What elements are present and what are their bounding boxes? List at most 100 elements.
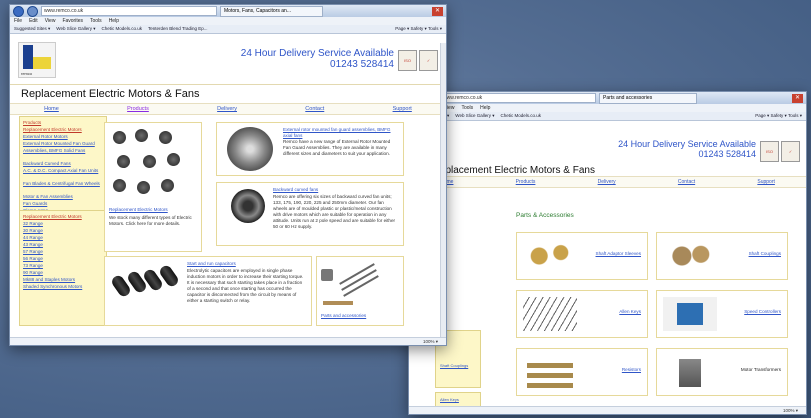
allen-keys-image[interactable] [523, 297, 577, 331]
part-label: Motor Transformers [740, 367, 781, 372]
menu-bar: File Edit View Tools Help [409, 104, 806, 112]
favorite-link[interactable]: Suggested Sites ▾ [14, 25, 50, 33]
sidebar-item[interactable]: External Rotor Motors [23, 133, 103, 140]
sidebar-item[interactable]: Fan Guards [23, 200, 103, 207]
zoom-level[interactable]: 100% ▾ [783, 408, 798, 413]
products-sidebar: Products Replacement Electric Motors Ext… [19, 116, 107, 224]
part-link[interactable]: Shaft Couplings [749, 251, 781, 256]
menu-tools[interactable]: Tools [90, 17, 102, 25]
sidebar-item[interactable]: 56 Range [23, 255, 103, 262]
favorite-link[interactable]: Web Slice Gallery ▾ [56, 25, 95, 33]
sidebar-heading: Replacement Electric Motors [23, 214, 82, 219]
sidebar-item[interactable]: External Rotor Mounted Fan Guard Assembl… [23, 140, 103, 160]
electric-motors-link[interactable]: Replacement Electric Motors [109, 207, 168, 213]
sidebar-item[interactable]: 32 Range [23, 220, 103, 227]
sidebar-item[interactable]: Replacement Electric Motors [23, 126, 103, 133]
nav-contact[interactable]: Contact [678, 179, 695, 185]
menu-tools[interactable]: Tools [461, 104, 473, 112]
sidebar-heading: Products [23, 120, 42, 125]
command-bar[interactable]: Page ▾ Safety ▾ Tools ▾ [755, 112, 802, 120]
delivery-banner: 24 Hour Delivery Service Available 01243… [241, 48, 394, 70]
menu-view[interactable]: View [45, 17, 56, 25]
part-link[interactable]: Speed Controllers [744, 309, 781, 314]
remco-logo[interactable]: remco [18, 42, 56, 78]
part-card[interactable]: Allen Keys [516, 290, 648, 338]
nav-delivery[interactable]: Delivery [217, 106, 237, 112]
browser-tab[interactable]: Parts and accessories [599, 92, 697, 104]
nav-products[interactable]: Products [127, 106, 149, 112]
nav-products[interactable]: Products [516, 179, 536, 185]
nav-delivery[interactable]: Delivery [598, 179, 616, 185]
scrollbar[interactable] [440, 43, 446, 338]
close-icon[interactable]: ✕ [431, 6, 443, 16]
sidebar-item[interactable]: Shaded Synchronous Motors [23, 283, 103, 290]
part-card[interactable]: Shaft Adaptor Sleeves [516, 232, 648, 280]
address-bar[interactable]: www.remco.co.uk [41, 6, 217, 16]
part-link[interactable]: Allen Keys [619, 309, 641, 314]
shaft-couplings-image[interactable] [663, 239, 717, 273]
iso-badge-icon: ISO [398, 50, 417, 71]
menu-file[interactable]: File [14, 17, 22, 25]
address-bar[interactable]: www.remco.co.uk [440, 93, 596, 103]
sidebar-item[interactable]: 90 Range [23, 269, 103, 276]
favorite-link[interactable]: Chetic Models.co.uk [500, 112, 541, 120]
section-heading: Parts & Accessories [516, 212, 574, 219]
page-content: remco 24 Hour Delivery Service Available… [10, 34, 446, 326]
sidebar-item[interactable]: A.C. & D.C. Compact Axial Fan Units [23, 167, 103, 180]
command-bar[interactable]: Page ▾ Safety ▾ Tools ▾ [395, 25, 442, 33]
menu-help[interactable]: Help [480, 104, 490, 112]
part-card[interactable]: Motor Transformers [656, 348, 788, 396]
forward-button[interactable] [27, 5, 38, 17]
part-link[interactable]: Shaft Adaptor Sleeves [596, 251, 641, 256]
zoom-level[interactable]: 100% ▾ [423, 339, 438, 344]
backward-fan-image[interactable] [231, 189, 265, 223]
speed-controller-image[interactable] [663, 297, 717, 331]
capacitors-link[interactable]: Start and run capacitors [187, 261, 236, 267]
sidebar-item[interactable]: 44 Range [23, 234, 103, 241]
side-thumb-link[interactable]: Shaft Couplings [440, 363, 468, 368]
menu-favorites[interactable]: Favorites [62, 17, 83, 25]
sidebar-item[interactable]: Backward Curved Fans [23, 160, 103, 167]
adaptor-sleeves-image[interactable] [523, 239, 577, 273]
menu-help[interactable]: Help [109, 17, 119, 25]
menu-edit[interactable]: Edit [29, 17, 38, 25]
sidebar-item[interactable]: 57 Range [23, 248, 103, 255]
sidebar-item[interactable]: 73 Range [23, 262, 103, 269]
part-card[interactable]: Speed Controllers [656, 290, 788, 338]
browser-tab[interactable]: Motors, Fans, Capacitors an... [220, 5, 323, 17]
status-bar: 100% ▾ [10, 337, 446, 345]
side-thumb-link[interactable]: Allen Keys [440, 397, 459, 402]
favorite-link[interactable]: Chetic Models.co.uk [101, 25, 142, 33]
back-button[interactable] [13, 5, 24, 17]
nav-contact[interactable]: Contact [305, 106, 324, 112]
electric-motors-desc: We stock many different types of Electri… [109, 215, 192, 226]
external-rotor-link[interactable]: External rotor mounted fan guard assembl… [283, 127, 399, 139]
nav-support[interactable]: Support [757, 179, 775, 185]
sidebar-item[interactable]: Motor & Fan Assemblies [23, 193, 103, 200]
delivery-banner: 24 Hour Delivery Service Available 01243… [618, 139, 756, 159]
delivery-text: 24 Hour Delivery Service Available [240, 48, 394, 59]
sidebar-item[interactable]: Fan Blades & Centrifugal Fan Wheels [23, 180, 103, 193]
parts-link[interactable]: Parts and accessories [321, 313, 366, 319]
part-card[interactable]: Shaft Couplings [656, 232, 788, 280]
quality-badge-icon: ✓ [781, 141, 800, 162]
nav-support[interactable]: Support [393, 106, 412, 112]
favorite-link[interactable]: Web Slice Gallery ▾ [455, 112, 494, 120]
resistors-image[interactable] [523, 355, 577, 389]
browser-toolbar: www.remco.co.uk Parts and accessories ✕ [409, 92, 806, 104]
sidebar-item[interactable]: 43 Range [23, 241, 103, 248]
phone-number: 01243 528414 [698, 149, 756, 159]
favorite-link[interactable]: Tenterden Blend Trading Ep... [148, 25, 208, 33]
part-card[interactable]: Resistors [516, 348, 648, 396]
nav-home[interactable]: Home [44, 106, 59, 112]
fan-assembly-image[interactable] [227, 127, 273, 171]
menu-bar: File Edit View Favorites Tools Help [10, 17, 446, 25]
backward-curved-link[interactable]: Backward curved fans [273, 187, 318, 193]
close-icon[interactable]: ✕ [791, 93, 803, 103]
sidebar-item[interactable]: 30 Range [23, 227, 103, 234]
delivery-text: 24 Hour Delivery Service Available [618, 139, 756, 149]
motor-transformer-image[interactable] [663, 355, 717, 389]
part-link[interactable]: Resistors [622, 367, 641, 372]
capacitors-card: Start and run capacitors Electrolytic ca… [104, 256, 312, 326]
sidebar-item[interactable]: Mk88 and Staples Motors [23, 276, 103, 283]
